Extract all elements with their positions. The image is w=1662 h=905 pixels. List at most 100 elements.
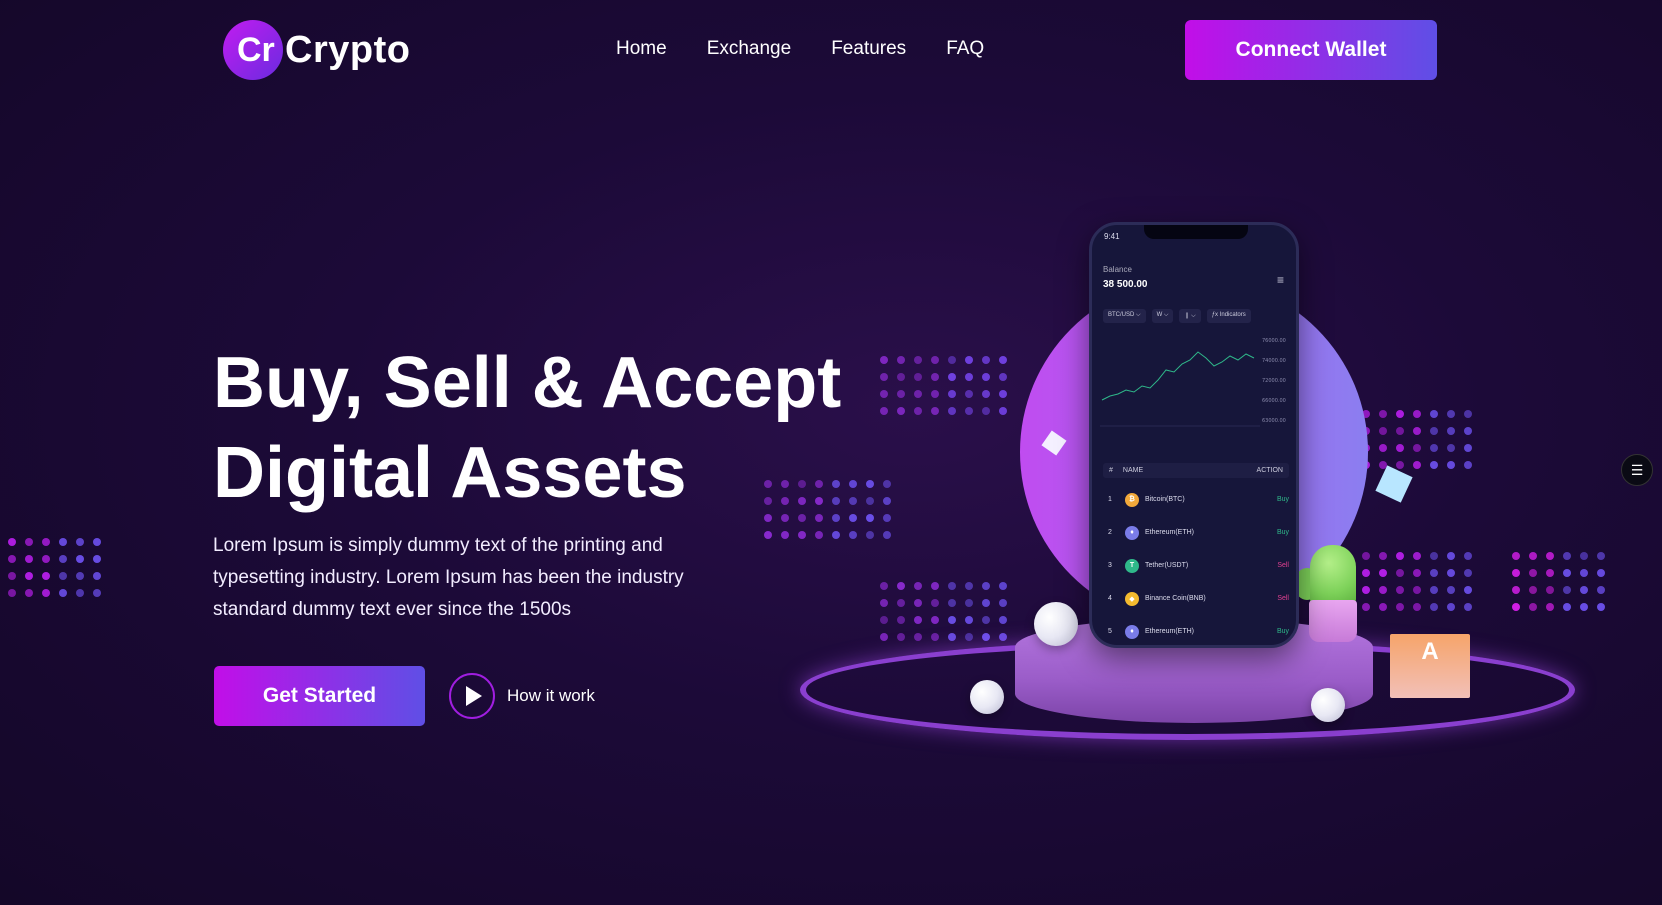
dot <box>931 407 939 415</box>
dot <box>982 582 990 590</box>
cactus-plant <box>1310 545 1356 605</box>
dot <box>8 589 16 597</box>
dot <box>1396 461 1404 469</box>
dot <box>1413 586 1421 594</box>
logo[interactable]: Cr Crypto <box>223 20 410 80</box>
get-started-button[interactable]: Get Started <box>214 666 425 726</box>
nav-features[interactable]: Features <box>831 38 906 60</box>
dot <box>849 497 857 505</box>
coin-name: Ethereum(ETH) <box>1145 628 1259 635</box>
dot <box>999 373 1007 381</box>
nav-exchange[interactable]: Exchange <box>707 38 792 60</box>
dot <box>8 555 16 563</box>
dot <box>1464 427 1472 435</box>
coin-row: 4 ◆ Binance Coin(BNB) Sell <box>1103 582 1289 615</box>
dot <box>914 407 922 415</box>
dot <box>93 589 101 597</box>
dot <box>1580 569 1588 577</box>
nav-faq[interactable]: FAQ <box>946 38 984 60</box>
dot <box>76 589 84 597</box>
dot <box>1546 552 1554 560</box>
coin-action: Buy <box>1259 529 1289 536</box>
dot <box>1430 569 1438 577</box>
dot <box>999 390 1007 398</box>
dot <box>25 589 33 597</box>
hero-title-line1: Buy, Sell & Accept <box>213 343 841 423</box>
dot <box>1464 586 1472 594</box>
dot <box>1546 603 1554 611</box>
dot <box>1464 410 1472 418</box>
dot <box>1430 603 1438 611</box>
dot <box>76 572 84 580</box>
dot <box>880 356 888 364</box>
dot <box>982 356 990 364</box>
dot <box>25 572 33 580</box>
dot <box>880 390 888 398</box>
dot <box>866 531 874 539</box>
coin-name: Bitcoin(BTC) <box>1145 496 1259 503</box>
dot <box>1529 569 1537 577</box>
dot <box>781 514 789 522</box>
dot <box>914 356 922 364</box>
dot <box>982 390 990 398</box>
dot <box>931 616 939 624</box>
dot <box>883 480 891 488</box>
dot <box>948 582 956 590</box>
main-nav: Home Exchange Features FAQ <box>616 38 984 60</box>
dot <box>965 373 973 381</box>
dot <box>982 633 990 641</box>
dot <box>1362 603 1370 611</box>
dot <box>1379 427 1387 435</box>
play-icon[interactable] <box>449 673 495 719</box>
dot <box>883 514 891 522</box>
dot <box>948 390 956 398</box>
dot <box>798 480 806 488</box>
dot <box>897 390 905 398</box>
dot <box>8 572 16 580</box>
dot-grid <box>764 480 891 539</box>
coin-index: 4 <box>1103 595 1117 602</box>
coin-row: 5 ♦ Ethereum(ETH) Buy <box>1103 615 1289 648</box>
balance-label: Balance <box>1103 265 1132 274</box>
connect-wallet-button[interactable]: Connect Wallet <box>1185 20 1437 80</box>
coin-index: 5 <box>1103 628 1117 635</box>
dot <box>59 572 67 580</box>
dot <box>1379 552 1387 560</box>
dot <box>781 531 789 539</box>
dot <box>1430 444 1438 452</box>
dot <box>1396 427 1404 435</box>
dot <box>897 599 905 607</box>
accessibility-widget-icon[interactable]: ☰ <box>1621 454 1653 486</box>
dot <box>1413 461 1421 469</box>
dot <box>1447 552 1455 560</box>
dot <box>948 407 956 415</box>
menu-icon: ≡ <box>1277 273 1284 287</box>
sphere-decoration <box>1034 602 1078 646</box>
dot <box>781 497 789 505</box>
dot <box>1430 586 1438 594</box>
dot <box>880 407 888 415</box>
dot <box>897 373 905 381</box>
dot <box>1447 586 1455 594</box>
coin-icon: ♦ <box>1125 625 1139 639</box>
dot <box>1413 603 1421 611</box>
how-it-work-link[interactable]: How it work <box>449 673 595 719</box>
dot <box>832 480 840 488</box>
dot <box>59 589 67 597</box>
dot <box>1413 410 1421 418</box>
dot-grid <box>1362 410 1472 469</box>
dot <box>1430 461 1438 469</box>
dot <box>1396 586 1404 594</box>
dot <box>1563 552 1571 560</box>
dot <box>965 582 973 590</box>
phone-mockup: 9:41 Balance 38 500.00 ≡ BTC/USD ⌵ W ⌵ ❙… <box>1089 222 1299 648</box>
dot <box>914 373 922 381</box>
dot <box>1580 603 1588 611</box>
dot <box>982 407 990 415</box>
chart-controls: BTC/USD ⌵ W ⌵ ❙ ⌵ ƒx Indicators <box>1103 309 1251 323</box>
nav-home[interactable]: Home <box>616 38 667 60</box>
coin-name: Ethereum(ETH) <box>1145 529 1259 536</box>
dot <box>1512 552 1520 560</box>
dot <box>914 616 922 624</box>
dot <box>999 356 1007 364</box>
